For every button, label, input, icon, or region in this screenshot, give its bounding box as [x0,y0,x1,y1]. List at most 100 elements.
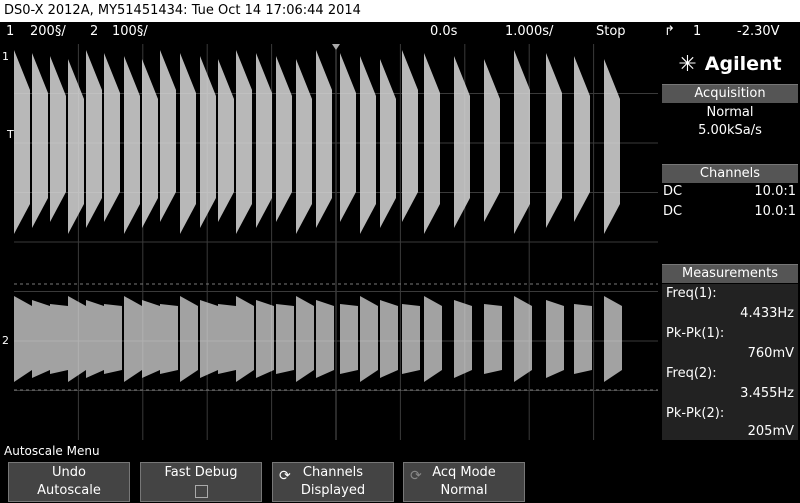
ch2-burst [546,300,564,378]
ch1-burst [424,53,440,234]
ch2-burst [180,296,198,382]
sample-rate: 5.00kSa/s [698,123,762,138]
ch1-burst [316,50,332,228]
ch2-burst [256,300,274,378]
ch2-burst [296,296,314,382]
ch1-coupling: DC [663,184,683,199]
acquisition-header[interactable]: Acquisition [662,84,798,103]
meas-freq1-label: Freq(1): [662,284,798,304]
ch1-number[interactable]: 1 [6,22,14,41]
trigger-position-marker [332,44,340,50]
ch2-burst [604,296,622,382]
ch1-burst [160,50,176,222]
meas-pkpk2-label: Pk-Pk(2): [662,404,798,424]
ch2-burst [104,304,122,374]
agilent-spark-icon: ✳ [678,51,697,77]
ch2-burst [514,296,532,382]
ch1-burst [180,53,196,234]
ch2-coupling: DC [663,204,683,219]
ch1-burst [276,56,292,222]
ch1-ground-marker[interactable]: 1 [2,50,9,63]
acq-mode-button[interactable]: ⟳ Acq Mode Normal [403,462,525,502]
meas-pkpk1-label: Pk-Pk(1): [662,324,798,344]
ch2-burst [86,300,104,378]
softkey3-line2: Displayed [300,483,366,498]
ch2-ground-marker[interactable]: 2 [2,334,9,347]
ch2-burst [484,304,502,374]
ch1-burst [236,50,252,234]
ch1-burst [604,59,620,234]
softkey4-line2: Normal [440,483,488,498]
ch1-burst [514,50,530,234]
ch1-burst [340,53,356,222]
acquisition-mode: Normal [706,105,754,120]
ch2-probe: 10.0:1 [754,204,796,219]
ch2-burst [340,304,358,374]
ch1-burst [574,56,590,222]
ch2-burst [276,304,294,374]
measurements-header[interactable]: Measurements [662,264,798,283]
ch2-burst [316,300,334,378]
window-title: DS0-X 2012A, MY51451434: Tue Oct 14 17:0… [0,0,800,22]
ch1-burst [86,50,102,228]
channels-displayed-button[interactable]: ⟳ Channels Displayed [272,462,394,502]
ch2-burst [360,296,378,382]
ch1-burst [200,56,216,228]
meas-pkpk2-value: 205mV [662,422,798,440]
ch2-burst [124,296,142,382]
ch1-burst [68,59,84,234]
waveform-display[interactable] [14,44,658,440]
time-scale[interactable]: 1.000s/ [505,22,553,41]
trigger-source[interactable]: 1 [693,22,701,41]
undo-autoscale-button[interactable]: Undo Autoscale [8,462,130,502]
ch1-burst [142,59,158,228]
trigger-level[interactable]: -2.30V [737,22,780,41]
fast-debug-checkbox[interactable] [195,485,208,498]
ch2-burst [32,300,50,378]
softkey4-line1: Acq Mode [432,465,496,480]
meas-freq1-value: 4.433Hz [662,304,798,324]
ch1-burst [104,53,120,222]
ch2-burst [68,296,86,382]
ch2-waveform [14,296,622,382]
trigger-level-marker[interactable]: T [7,128,14,141]
ch1-burst [256,53,272,228]
side-panel: ✳ Agilent Acquisition Normal 5.00kSa/s C… [660,44,800,440]
agilent-logo-text: Agilent [704,53,782,75]
ch1-burst [124,56,140,234]
meas-pkpk1-value: 760mV [662,344,798,364]
fast-debug-button[interactable]: Fast Debug [140,462,262,502]
ch2-burst [14,296,32,382]
ch2-burst [218,304,236,374]
ch1-burst [14,50,30,234]
ch1-burst [546,53,562,228]
time-position[interactable]: 0.0s [430,22,457,41]
ch1-burst [296,59,312,234]
softkey1-line1: Undo [52,465,86,480]
trigger-rising-icon: ↱ [664,24,675,39]
ch2-scale[interactable]: 100§/ [112,22,148,41]
run-state[interactable]: Stop [596,22,626,41]
ch2-burst [424,296,442,382]
ch1-scale[interactable]: 200§/ [30,22,66,41]
ch2-burst [454,300,472,378]
ch1-probe: 10.0:1 [754,184,796,199]
menu-title: Autoscale Menu [4,444,100,458]
ch2-burst [574,304,592,374]
softkey2-line1: Fast Debug [164,465,238,480]
channels-header[interactable]: Channels [662,164,798,183]
ch1-burst [380,59,396,228]
agilent-logo: ✳ Agilent [660,44,800,84]
ch2-burst [236,296,254,382]
ch1-burst [402,50,418,222]
ch1-burst [218,59,234,222]
ch1-burst [454,56,470,228]
meas-freq2-label: Freq(2): [662,364,798,384]
ch2-number[interactable]: 2 [90,22,98,41]
ch1-burst [360,56,376,234]
ch2-burst [402,304,420,374]
softkey1-line2: Autoscale [37,483,101,498]
ch1-burst [32,53,48,228]
ch2-burst [160,304,178,374]
ch1-burst [484,59,500,222]
